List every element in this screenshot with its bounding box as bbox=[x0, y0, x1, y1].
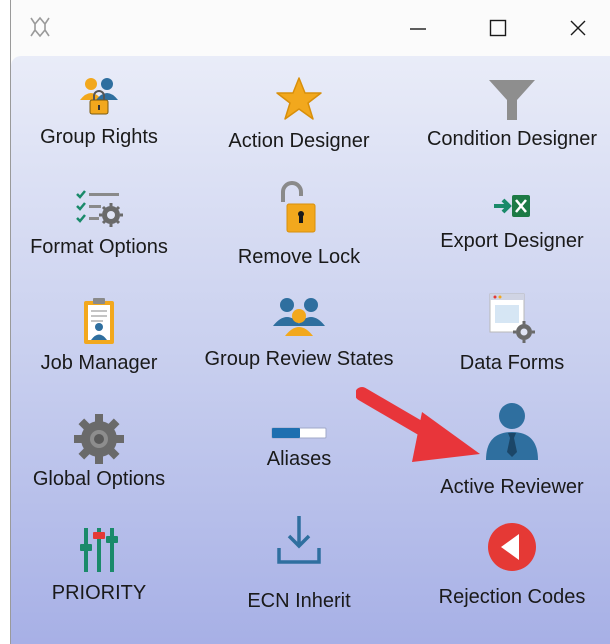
tile-label: Group Rights bbox=[40, 126, 158, 148]
tile-format-options[interactable]: Format Options bbox=[0, 186, 199, 304]
unlocked-padlock-icon bbox=[281, 181, 316, 233]
reviewer-person-icon bbox=[486, 403, 538, 460]
gear-icon bbox=[74, 414, 124, 464]
tile-label: PRIORITY bbox=[51, 582, 147, 604]
priority-sliders-icon bbox=[80, 528, 118, 572]
tile-label: Action Designer bbox=[228, 130, 370, 152]
tile-label: Format Options bbox=[30, 236, 168, 258]
tile-global-options[interactable]: Global Options bbox=[0, 414, 199, 534]
close-button[interactable] bbox=[543, 0, 610, 56]
maximize-button[interactable] bbox=[463, 0, 533, 56]
tile-condition-designer[interactable]: Condition Designer bbox=[412, 70, 610, 188]
close-icon bbox=[570, 20, 586, 36]
clipboard-user-icon bbox=[84, 298, 114, 344]
star-icon bbox=[276, 77, 322, 120]
tile-label: Condition Designer bbox=[426, 128, 598, 150]
tool-grid: Group Rights Action Designer Condition D… bbox=[11, 56, 610, 644]
tile-job-manager[interactable]: Job Manager bbox=[0, 298, 199, 418]
app-window: Group Rights Action Designer Condition D… bbox=[10, 0, 610, 644]
minimize-button[interactable] bbox=[383, 0, 453, 56]
tile-priority[interactable]: PRIORITY bbox=[0, 526, 199, 644]
tile-label: Global Options bbox=[32, 468, 166, 490]
minimize-icon bbox=[410, 28, 426, 30]
tile-remove-lock[interactable]: Remove Lock bbox=[199, 181, 399, 304]
format-options-icon bbox=[76, 190, 123, 227]
tile-ecn-inherit[interactable]: ECN Inherit bbox=[199, 516, 399, 644]
annotation-arrow bbox=[356, 387, 480, 462]
data-forms-icon bbox=[489, 293, 535, 343]
tile-label: Job Manager bbox=[40, 352, 158, 374]
filter-funnel-icon bbox=[489, 80, 535, 120]
tile-label: Rejection Codes bbox=[438, 586, 586, 608]
tile-action-designer[interactable]: Action Designer bbox=[199, 70, 399, 188]
group-rights-icon bbox=[80, 78, 118, 115]
tile-label: Group Review States bbox=[204, 348, 394, 370]
tile-label: Remove Lock bbox=[237, 246, 361, 268]
app-logo bbox=[30, 16, 50, 38]
aliases-slider-icon bbox=[271, 427, 327, 439]
excel-export-icon bbox=[494, 195, 530, 217]
tile-label: Active Reviewer bbox=[440, 476, 584, 498]
tile-label: Data Forms bbox=[459, 352, 565, 374]
tile-label: Export Designer bbox=[440, 230, 584, 252]
tile-group-rights[interactable]: Group Rights bbox=[0, 70, 199, 188]
rejection-back-icon bbox=[488, 523, 536, 571]
group-review-icon bbox=[273, 298, 325, 336]
tile-export-designer[interactable]: Export Designer bbox=[412, 186, 610, 304]
inherit-download-icon bbox=[277, 516, 321, 564]
tile-rejection-codes[interactable]: Rejection Codes bbox=[412, 523, 610, 644]
title-bar[interactable] bbox=[11, 0, 610, 56]
maximize-icon bbox=[489, 19, 507, 37]
tile-label: ECN Inherit bbox=[247, 590, 351, 612]
